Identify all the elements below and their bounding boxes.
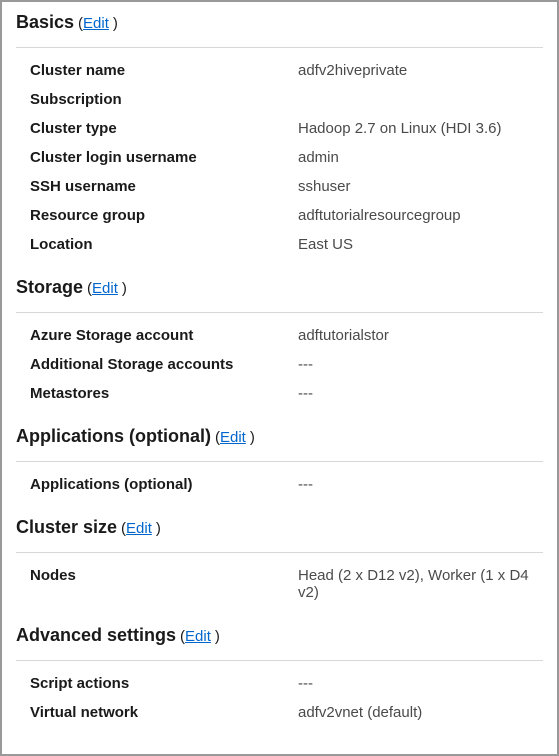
label-script-actions: Script actions	[30, 675, 298, 692]
value-script-actions: ---	[298, 675, 313, 692]
row-resource-group: Resource group adftutorialresourcegroup	[16, 201, 543, 230]
label-cluster-login: Cluster login username	[30, 149, 298, 166]
divider	[16, 660, 543, 661]
cluster-size-edit-link[interactable]: Edit	[126, 520, 152, 537]
value-storage-account: adftutorialstor	[298, 327, 389, 344]
value-ssh: sshuser	[298, 178, 351, 195]
applications-title: Applications (optional)	[16, 426, 211, 447]
applications-section: Applications (optional) ( Edit ) Applica…	[16, 426, 543, 499]
label-storage-account: Azure Storage account	[30, 327, 298, 344]
paren: )	[250, 429, 255, 446]
storage-header: Storage ( Edit )	[16, 277, 543, 304]
basics-edit-link[interactable]: Edit	[83, 15, 109, 32]
row-script-actions: Script actions ---	[16, 669, 543, 698]
label-nodes: Nodes	[30, 567, 298, 584]
storage-title: Storage	[16, 277, 83, 298]
divider	[16, 312, 543, 313]
paren: )	[122, 280, 127, 297]
paren: )	[113, 15, 118, 32]
label-metastores: Metastores	[30, 385, 298, 402]
applications-header: Applications (optional) ( Edit )	[16, 426, 543, 453]
advanced-section: Advanced settings ( Edit ) Script action…	[16, 625, 543, 727]
value-applications: ---	[298, 476, 313, 493]
value-location: East US	[298, 236, 353, 253]
row-virtual-network: Virtual network adfv2vnet (default)	[16, 698, 543, 727]
storage-section: Storage ( Edit ) Azure Storage account a…	[16, 277, 543, 408]
cluster-size-header: Cluster size ( Edit )	[16, 517, 543, 544]
applications-edit-link[interactable]: Edit	[220, 429, 246, 446]
label-additional-storage: Additional Storage accounts	[30, 356, 298, 373]
label-ssh: SSH username	[30, 178, 298, 195]
value-metastores: ---	[298, 385, 313, 402]
row-additional-storage: Additional Storage accounts ---	[16, 350, 543, 379]
label-subscription: Subscription	[30, 91, 298, 108]
label-cluster-name: Cluster name	[30, 62, 298, 79]
row-storage-account: Azure Storage account adftutorialstor	[16, 321, 543, 350]
basics-title: Basics	[16, 12, 74, 33]
label-applications: Applications (optional)	[30, 476, 298, 493]
paren: )	[156, 520, 161, 537]
storage-edit-link[interactable]: Edit	[92, 280, 118, 297]
divider	[16, 552, 543, 553]
basics-header: Basics ( Edit )	[16, 12, 543, 39]
row-subscription: Subscription	[16, 85, 543, 114]
label-resource-group: Resource group	[30, 207, 298, 224]
row-ssh: SSH username sshuser	[16, 172, 543, 201]
cluster-size-title: Cluster size	[16, 517, 117, 538]
divider	[16, 461, 543, 462]
row-nodes: Nodes Head (2 x D12 v2), Worker (1 x D4 …	[16, 561, 543, 607]
value-nodes: Head (2 x D12 v2), Worker (1 x D4 v2)	[298, 567, 543, 601]
divider	[16, 47, 543, 48]
label-location: Location	[30, 236, 298, 253]
row-location: Location East US	[16, 230, 543, 259]
label-virtual-network: Virtual network	[30, 704, 298, 721]
row-cluster-type: Cluster type Hadoop 2.7 on Linux (HDI 3.…	[16, 114, 543, 143]
advanced-header: Advanced settings ( Edit )	[16, 625, 543, 652]
value-cluster-name: adfv2hiveprivate	[298, 62, 407, 79]
cluster-size-section: Cluster size ( Edit ) Nodes Head (2 x D1…	[16, 517, 543, 607]
advanced-title: Advanced settings	[16, 625, 176, 646]
value-resource-group: adftutorialresourcegroup	[298, 207, 461, 224]
basics-section: Basics ( Edit ) Cluster name adfv2hivepr…	[16, 12, 543, 259]
advanced-edit-link[interactable]: Edit	[185, 628, 211, 645]
row-cluster-login: Cluster login username admin	[16, 143, 543, 172]
value-cluster-type: Hadoop 2.7 on Linux (HDI 3.6)	[298, 120, 501, 137]
paren: )	[215, 628, 220, 645]
label-cluster-type: Cluster type	[30, 120, 298, 137]
row-applications: Applications (optional) ---	[16, 470, 543, 499]
value-additional-storage: ---	[298, 356, 313, 373]
row-cluster-name: Cluster name adfv2hiveprivate	[16, 56, 543, 85]
row-metastores: Metastores ---	[16, 379, 543, 408]
value-virtual-network: adfv2vnet (default)	[298, 704, 422, 721]
value-cluster-login: admin	[298, 149, 339, 166]
